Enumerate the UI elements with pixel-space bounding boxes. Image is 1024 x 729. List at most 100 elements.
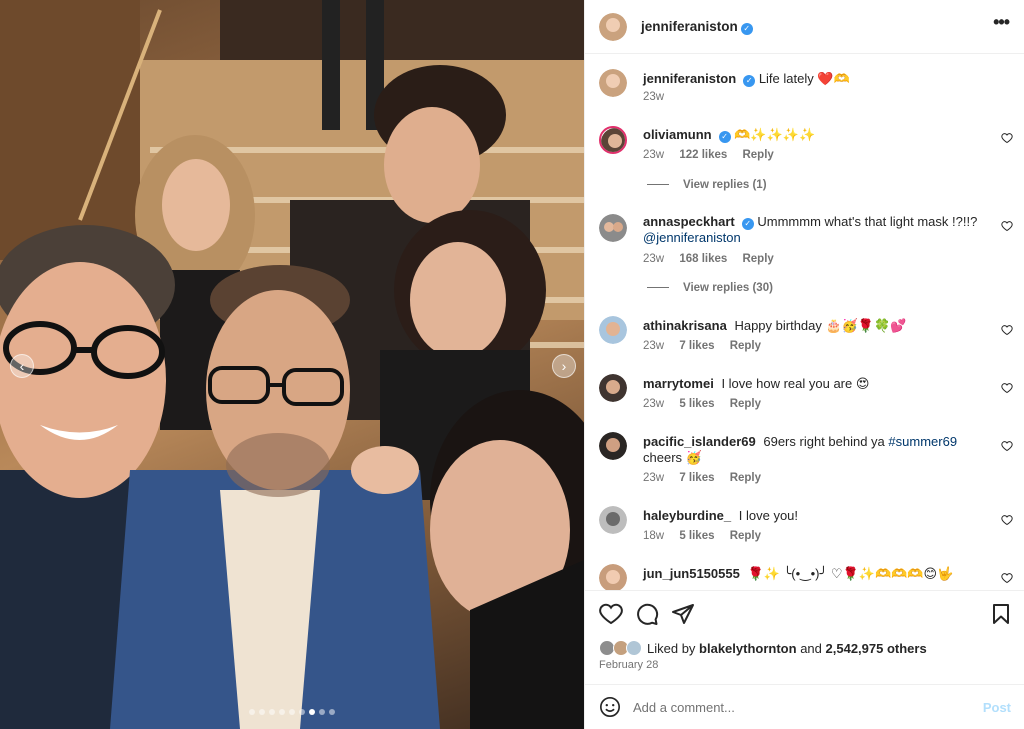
post-date[interactable]: February 28	[599, 659, 658, 671]
view-replies-label[interactable]: View replies (30)	[683, 282, 773, 294]
carousel-dot	[279, 709, 285, 715]
bookmark-icon[interactable]	[989, 602, 1013, 626]
heart-icon[interactable]	[1001, 514, 1013, 526]
reply-button[interactable]: Reply	[742, 149, 773, 161]
mention-link[interactable]: @jenniferaniston	[643, 230, 741, 245]
heart-icon[interactable]	[1001, 440, 1013, 452]
verified-badge-icon: ✓	[718, 131, 731, 143]
carousel-dot-active	[309, 709, 315, 715]
comments-list[interactable]: jenniferaniston ✓ Life lately ❤️🫶 23w oli…	[585, 54, 1024, 590]
caption-text: Life lately ❤️🫶	[758, 71, 850, 86]
heart-icon[interactable]	[1001, 572, 1013, 584]
likes-summary: Liked by blakelythornton and 2,542,975 o…	[599, 639, 927, 659]
comment-time[interactable]: 23w	[643, 472, 664, 484]
divider	[647, 287, 669, 289]
comment-username[interactable]: jun_jun5150555	[643, 566, 740, 581]
heart-icon[interactable]	[599, 602, 623, 626]
chevron-left-icon[interactable]: ‹	[10, 354, 34, 378]
comment-time[interactable]: 23w	[643, 149, 664, 161]
hashtag-link[interactable]: #summer69	[888, 434, 957, 449]
carousel-dot	[269, 709, 275, 715]
comment-username[interactable]: marrytomei	[643, 376, 714, 391]
divider	[647, 184, 669, 186]
view-replies-button[interactable]: View replies (30)	[647, 282, 773, 294]
more-horizontal-icon[interactable]: •••	[993, 12, 1010, 33]
post-actions: Liked by blakelythornton and 2,542,975 o…	[585, 590, 1024, 688]
comment-time[interactable]: 23w	[643, 253, 664, 265]
comment-username[interactable]: oliviamunn	[643, 127, 712, 142]
avatar[interactable]	[599, 69, 627, 97]
reply-button[interactable]: Reply	[730, 340, 761, 352]
avatar[interactable]	[599, 13, 627, 41]
reply-button[interactable]: Reply	[730, 530, 761, 542]
heart-icon[interactable]	[1001, 324, 1013, 336]
comment-input[interactable]	[633, 695, 963, 719]
comment-text: 🌹✨ ╰(•‿•)╯ ♡🌹✨🫶🫶🫶😊🤟	[747, 566, 954, 581]
verified-badge-icon: ✓	[741, 218, 754, 230]
likes-count[interactable]: 2,542,975 others	[826, 641, 927, 656]
carousel-dot	[249, 709, 255, 715]
comment-username[interactable]: haleyburdine_	[643, 508, 731, 523]
avatar[interactable]	[599, 126, 627, 154]
post-details-panel: jenniferaniston ✓ ••• jenniferaniston ✓ Li…	[584, 0, 1024, 729]
comment-likes[interactable]: 5 likes	[679, 530, 714, 542]
comment-likes[interactable]: 168 likes	[679, 253, 727, 265]
comment-time[interactable]: 18w	[643, 530, 664, 542]
comment-username[interactable]: pacific_islander69	[643, 434, 756, 449]
avatar[interactable]	[599, 506, 627, 534]
caption-username[interactable]: jenniferaniston	[643, 71, 736, 86]
post-photo[interactable]: ‹ ›	[0, 0, 584, 729]
heart-icon[interactable]	[1001, 382, 1013, 394]
username-text[interactable]: jenniferaniston	[641, 19, 738, 34]
comment-time[interactable]: 23w	[643, 340, 664, 352]
comment-likes[interactable]: 122 likes	[679, 149, 727, 161]
post-button[interactable]: Post	[983, 700, 1011, 715]
likes-prefix: Liked by	[647, 641, 696, 656]
comment-text: I love you!	[738, 508, 799, 523]
smiley-icon[interactable]	[599, 696, 621, 718]
carousel-dot	[299, 709, 305, 715]
comment-likes[interactable]: 5 likes	[679, 398, 714, 410]
carousel-dot	[319, 709, 325, 715]
reply-button[interactable]: Reply	[742, 253, 773, 265]
avatar	[626, 639, 643, 656]
comment-text: 69ers right behind ya	[763, 434, 885, 449]
heart-icon[interactable]	[1001, 220, 1013, 232]
comment-username[interactable]: annaspeckhart	[643, 214, 735, 229]
carousel-indicator	[0, 709, 584, 715]
verified-badge-icon: ✓	[740, 23, 753, 35]
add-comment-bar: Post	[585, 684, 1024, 729]
carousel-dot	[329, 709, 335, 715]
comment-bubble-icon[interactable]	[635, 602, 659, 626]
comment-text: Ummmmm what's that light mask !?!!?	[757, 214, 978, 229]
comment-text: 🫶✨✨✨✨	[734, 127, 816, 142]
comment-text: Happy birthday 🎂🥳🌹🍀💕	[734, 318, 907, 333]
comment-username[interactable]: athinakrisana	[643, 318, 727, 333]
post-author-username[interactable]: jenniferaniston ✓	[641, 19, 753, 35]
carousel-dot	[259, 709, 265, 715]
comment-time[interactable]: 23w	[643, 398, 664, 410]
caption-time[interactable]: 23w	[643, 91, 664, 103]
comment-text-continued: cheers 🥳	[643, 450, 702, 465]
view-replies-label[interactable]: View replies (1)	[683, 179, 767, 191]
post-header: jenniferaniston ✓ •••	[585, 0, 1024, 54]
avatar[interactable]	[599, 214, 627, 242]
avatar[interactable]	[599, 316, 627, 344]
verified-badge-icon: ✓	[743, 75, 756, 87]
heart-icon[interactable]	[1001, 132, 1013, 144]
comment-text: I love how real you are 😍	[721, 376, 870, 391]
comment-likes[interactable]: 7 likes	[679, 340, 714, 352]
comment-likes[interactable]: 7 likes	[679, 472, 714, 484]
avatar[interactable]	[599, 564, 627, 590]
chevron-right-icon[interactable]: ›	[552, 354, 576, 378]
group-selfie-illustration	[0, 0, 584, 729]
carousel-dot	[289, 709, 295, 715]
reply-button[interactable]: Reply	[730, 472, 761, 484]
likes-and: and	[800, 641, 822, 656]
reply-button[interactable]: Reply	[730, 398, 761, 410]
avatar[interactable]	[599, 432, 627, 460]
paper-plane-icon[interactable]	[671, 602, 695, 626]
avatar[interactable]	[599, 374, 627, 402]
liked-by-user[interactable]: blakelythornton	[699, 641, 797, 656]
view-replies-button[interactable]: View replies (1)	[647, 179, 767, 191]
